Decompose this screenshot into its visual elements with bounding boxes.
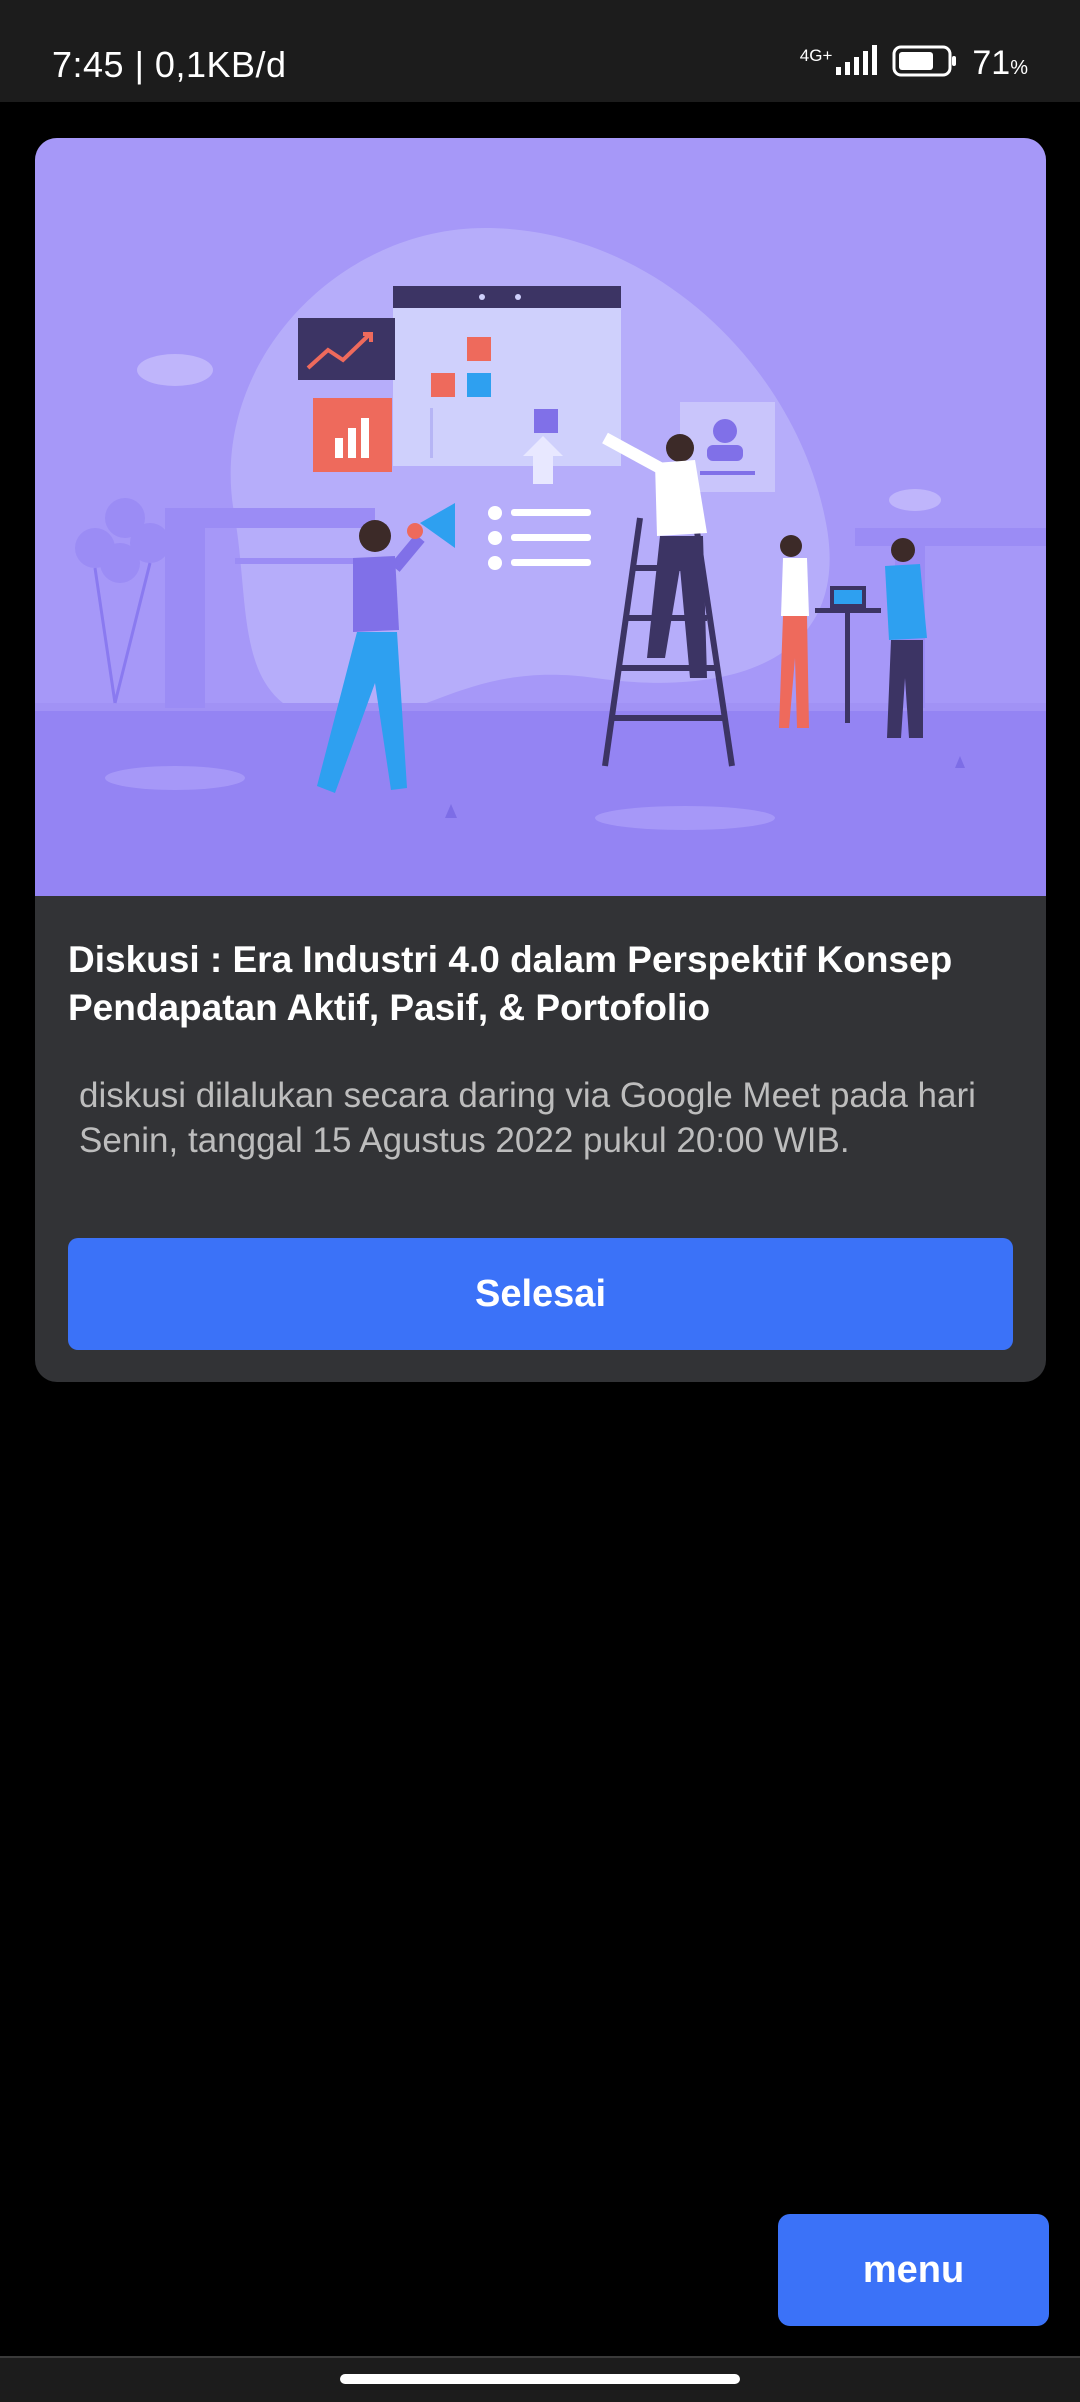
battery-level: 71 (972, 44, 1011, 82)
home-indicator[interactable] (340, 2374, 740, 2384)
network-type: 4G+ (799, 46, 833, 65)
done-button[interactable]: Selesai (68, 1238, 1013, 1350)
team-planning-illustration (35, 138, 1046, 896)
dialog-description: diskusi dilalukan secara daring via Goog… (79, 1076, 976, 1160)
status-bar: 7:45 | 0,1KB/d 4G+ 71% (0, 0, 1080, 102)
navigation-bar (0, 2356, 1080, 2402)
battery-percentage: 71% (972, 44, 1028, 83)
status-icons: 4G+ 71% (800, 44, 1028, 83)
menu-button[interactable]: menu (778, 2214, 1049, 2326)
signal-bars-icon (836, 45, 878, 82)
dialog-title: Diskusi : Era Industri 4.0 dalam Perspek… (68, 939, 953, 1028)
battery-icon (892, 44, 958, 83)
status-time: 7:45 | 0,1KB/d (52, 44, 287, 85)
battery-unit: % (1010, 57, 1028, 79)
event-dialog: Diskusi : Era Industri 4.0 dalam Perspek… (35, 138, 1046, 1382)
